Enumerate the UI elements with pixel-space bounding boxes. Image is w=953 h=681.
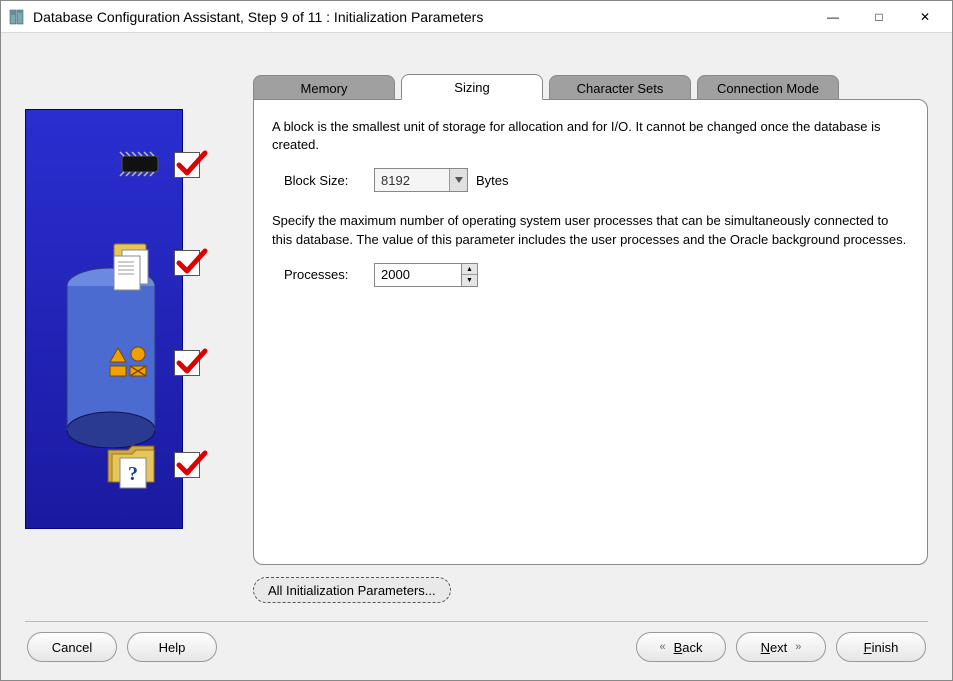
work-area: ? Memory Sizing Character Sets Connectio… [1, 33, 952, 680]
question-folder-icon: ? [102, 434, 162, 497]
block-size-row: Block Size: 8192 Bytes [284, 168, 909, 192]
banner-step-options [26, 328, 182, 398]
all-parameters-button[interactable]: All Initialization Parameters... [253, 577, 451, 603]
finish-button[interactable]: Finish [836, 632, 926, 662]
chevron-left-icon: « [659, 641, 665, 653]
block-size-select[interactable]: 8192 [374, 168, 468, 192]
content-row: ? Memory Sizing Character Sets Connectio… [25, 73, 928, 603]
cancel-button[interactable]: Cancel [27, 632, 117, 662]
processes-spinner: ▲ ▼ [374, 263, 478, 287]
banner-step-files [26, 228, 182, 298]
block-size-description: A block is the smallest unit of storage … [272, 118, 909, 154]
tab-connection-mode[interactable]: Connection Mode [697, 75, 839, 101]
close-button[interactable]: ✕ [902, 1, 948, 32]
checkmark-icon [174, 250, 200, 276]
minimize-button[interactable]: — [810, 1, 856, 32]
checkmark-icon [174, 452, 200, 478]
block-size-label: Block Size: [284, 173, 366, 188]
spinner-down-button[interactable]: ▼ [462, 275, 477, 286]
next-label-rest: ext [770, 640, 787, 655]
help-button[interactable]: Help [127, 632, 217, 662]
sizing-panel: A block is the smallest unit of storage … [253, 99, 928, 565]
block-size-value: 8192 [381, 173, 410, 188]
tab-memory[interactable]: Memory [253, 75, 395, 101]
back-button[interactable]: « Back [636, 632, 726, 662]
checkmark-icon [174, 350, 200, 376]
tab-bar: Memory Sizing Character Sets Connection … [253, 73, 928, 99]
tab-character-sets[interactable]: Character Sets [549, 75, 691, 101]
svg-text:?: ? [128, 463, 138, 485]
chevron-right-icon: » [795, 641, 801, 653]
footer: Cancel Help « Back Next » Finish [25, 632, 928, 668]
processes-input[interactable] [374, 263, 462, 287]
checkmark-icon [174, 152, 200, 178]
wizard-banner: ? [25, 109, 183, 529]
dbca-window: Database Configuration Assistant, Step 9… [0, 0, 953, 681]
below-panel: All Initialization Parameters... [253, 577, 928, 603]
spinner-buttons: ▲ ▼ [462, 263, 478, 287]
shapes-icon [108, 344, 158, 383]
banner-step-hardware [26, 130, 182, 200]
app-icon [9, 9, 25, 25]
back-label-rest: ack [682, 640, 702, 655]
titlebar: Database Configuration Assistant, Step 9… [1, 1, 952, 33]
processes-description: Specify the maximum number of operating … [272, 212, 909, 248]
dropdown-arrow-icon [449, 169, 467, 191]
parameters-pane: Memory Sizing Character Sets Connection … [253, 73, 928, 603]
banner-step-unknown: ? [26, 430, 182, 500]
documents-icon [102, 232, 162, 295]
next-button[interactable]: Next » [736, 632, 826, 662]
spinner-up-button[interactable]: ▲ [462, 264, 477, 276]
processes-label: Processes: [284, 267, 366, 282]
block-size-unit: Bytes [476, 173, 509, 188]
finish-label-rest: inish [872, 640, 899, 655]
tab-sizing[interactable]: Sizing [401, 74, 543, 100]
processes-row: Processes: ▲ ▼ [284, 263, 909, 287]
maximize-button[interactable]: □ [856, 1, 902, 32]
footer-separator [25, 621, 928, 622]
window-controls: — □ ✕ [810, 1, 948, 32]
window-title: Database Configuration Assistant, Step 9… [33, 9, 810, 25]
chip-icon [116, 150, 164, 181]
